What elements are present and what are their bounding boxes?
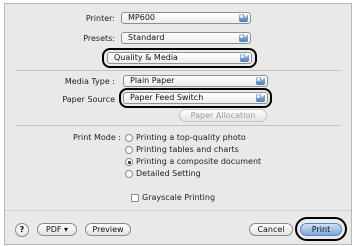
print-mode-label: Print Mode : xyxy=(73,133,121,142)
popup-arrows-icon: ▲▼ xyxy=(239,14,248,22)
radio-tables-charts[interactable] xyxy=(125,146,133,154)
printer-value: MP600 xyxy=(128,13,155,22)
pdf-button[interactable]: PDF ▾ xyxy=(37,223,77,236)
presets-label: Presets: xyxy=(83,34,115,43)
paper-allocation-button[interactable]: Paper Allocation xyxy=(179,109,267,122)
pane-value: Quality & Media xyxy=(114,53,178,62)
radio-composite-document[interactable] xyxy=(125,158,133,166)
print-button[interactable]: Print xyxy=(300,223,342,236)
popup-arrows-icon: ▲▼ xyxy=(256,94,265,102)
paper-source-label: Paper Source xyxy=(62,95,115,104)
separator xyxy=(15,125,341,126)
presets-popup[interactable]: Standard ▲▼ xyxy=(121,32,251,44)
media-type-label: Media Type : xyxy=(64,77,115,86)
print-dialog: Printer: MP600 ▲▼ Presets: Standard ▲▼ Q… xyxy=(4,3,352,245)
paper-source-popup[interactable]: Paper Feed Switch ▲▼ xyxy=(123,92,268,104)
media-type-value: Plain Paper xyxy=(130,76,175,85)
presets-value: Standard xyxy=(128,33,165,42)
footer-separator xyxy=(5,210,351,211)
preview-button[interactable]: Preview xyxy=(85,223,131,236)
radio-composite-document-label: Printing a composite document xyxy=(136,157,262,166)
radio-top-quality-photo-label: Printing a top-quality photo xyxy=(136,133,246,142)
radio-top-quality-photo[interactable] xyxy=(125,134,133,142)
popup-arrows-icon: ▲▼ xyxy=(239,34,248,42)
media-type-popup[interactable]: Plain Paper ▲▼ xyxy=(123,75,268,87)
printer-label: Printer: xyxy=(85,14,115,23)
radio-tables-charts-label: Printing tables and charts xyxy=(136,145,239,154)
cancel-button[interactable]: Cancel xyxy=(249,223,293,236)
grayscale-label: Grayscale Printing xyxy=(142,193,216,202)
separator xyxy=(15,70,341,71)
grayscale-checkbox[interactable] xyxy=(131,194,139,202)
help-button[interactable]: ? xyxy=(15,223,29,237)
popup-arrows-icon: ▲▼ xyxy=(240,54,249,62)
pane-popup[interactable]: Quality & Media ▲▼ xyxy=(107,52,252,64)
printer-popup[interactable]: MP600 ▲▼ xyxy=(121,12,251,24)
radio-detailed-setting[interactable] xyxy=(125,170,133,178)
paper-source-value: Paper Feed Switch xyxy=(130,93,204,102)
radio-detailed-setting-label: Detailed Setting xyxy=(136,169,201,178)
popup-arrows-icon: ▲▼ xyxy=(256,77,265,85)
